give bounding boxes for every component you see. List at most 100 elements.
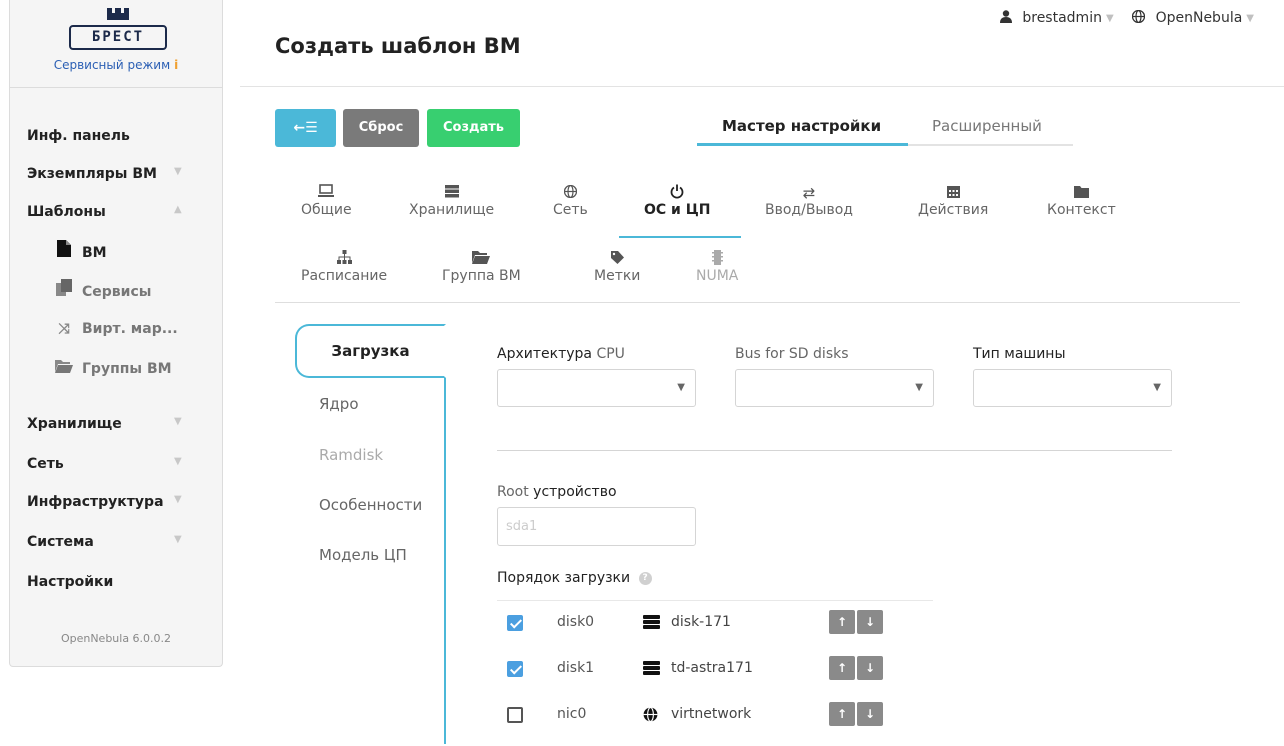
move-up-button[interactable]: ↑: [829, 656, 855, 680]
vtab-ramdisk[interactable]: Ramdisk: [319, 446, 383, 464]
move-down-button[interactable]: ↓: [857, 702, 883, 726]
label-text: устройство: [533, 484, 617, 500]
boot-device-id: nic0: [557, 706, 587, 722]
boot-checkbox[interactable]: [507, 661, 523, 677]
user-menu[interactable]: brestadmin ▼: [999, 10, 1132, 26]
move-down-button[interactable]: ↓: [857, 610, 883, 634]
tab-io[interactable]: ⇄ Ввод/Вывод: [765, 184, 853, 218]
sidebar-subitem-vm-groups[interactable]: Группы ВМ: [54, 359, 172, 377]
vtab-features[interactable]: Особенности: [319, 496, 422, 514]
sidebar-subitem-label: Вирт. мар...: [82, 321, 178, 337]
back-to-list-button[interactable]: ←☰: [275, 109, 336, 147]
tab-label: Общие: [301, 202, 352, 218]
topbar: brestadmin ▼ OpenNebula ▼: [999, 9, 1254, 26]
sidebar-item-dashboard[interactable]: Инф. панель: [27, 128, 130, 144]
bus-sd-disks-label: Bus for SD disks: [735, 346, 849, 362]
boot-checkbox[interactable]: [507, 615, 523, 631]
root-device-label: Root устройство: [497, 484, 617, 500]
move-up-button[interactable]: ↑: [829, 702, 855, 726]
chevron-down-icon: ▼: [174, 534, 182, 545]
sidebar-item-storage[interactable]: Хранилище ▼: [27, 416, 182, 432]
tab-label: Метки: [594, 268, 641, 284]
hdd-icon: [643, 613, 660, 631]
info-icon[interactable]: i: [174, 58, 178, 72]
tag-icon: [594, 250, 640, 268]
files-icon: [54, 279, 74, 300]
create-button[interactable]: Создать: [427, 109, 520, 147]
sidebar-item-label: Экземпляры ВМ: [27, 166, 157, 182]
sidebar-item-settings[interactable]: Настройки: [27, 574, 113, 590]
file-icon: [54, 240, 74, 261]
tab-storage[interactable]: Хранилище: [409, 184, 494, 218]
service-mode-text: Сервисный режим: [53, 58, 171, 72]
sidebar-subitem-services[interactable]: Сервисы: [54, 279, 151, 300]
tab-numa[interactable]: NUMA: [696, 250, 738, 284]
section-tabs-divider: [275, 302, 1240, 303]
tab-label: NUMA: [696, 268, 739, 284]
user-icon: [999, 10, 1016, 26]
sidebar-subitem-label: Группы ВМ: [82, 361, 172, 377]
tab-vm-group[interactable]: Группа ВМ: [442, 250, 521, 284]
sidebar-item-vms[interactable]: Экземпляры ВМ ▼: [27, 166, 182, 182]
tab-actions[interactable]: Действия: [918, 184, 988, 218]
vtab-cpu-model[interactable]: Модель ЦП: [319, 546, 407, 564]
caret-down-icon: ▼: [677, 382, 685, 393]
sidebar-item-label: Сеть: [27, 456, 64, 472]
caret-down-icon: ▼: [1153, 382, 1161, 393]
tab-label: Сеть: [553, 202, 588, 218]
hdd-icon: [643, 659, 660, 677]
sidebar-item-system[interactable]: Система ▼: [27, 534, 182, 550]
chevron-up-icon: ▲: [174, 204, 182, 215]
page-title: Создать шаблон ВМ: [275, 34, 521, 58]
reorder-buttons: ↑ ↓: [829, 656, 889, 680]
chevron-down-icon: ▼: [1246, 12, 1254, 24]
cpu-architecture-label: Архитектура CPU: [497, 346, 625, 362]
move-down-button[interactable]: ↓: [857, 656, 883, 680]
power-icon: [644, 184, 710, 202]
tab-label: ОС и ЦП: [644, 202, 711, 218]
service-mode-label[interactable]: Сервисный режим i: [10, 58, 222, 72]
bus-sd-disks-select[interactable]: ▼: [735, 369, 934, 407]
tab-general[interactable]: Общие: [301, 184, 352, 218]
mode-active-indicator: [697, 143, 908, 146]
vtab-kernel[interactable]: Ядро: [319, 395, 359, 413]
laptop-icon: [301, 184, 352, 202]
tab-advanced[interactable]: Расширенный: [932, 117, 1042, 135]
zone-menu[interactable]: OpenNebula ▼: [1131, 9, 1254, 26]
tab-label: Контекст: [1047, 202, 1116, 218]
sidebar-item-label: Хранилище: [27, 416, 122, 432]
globe-icon: [643, 705, 658, 724]
root-device-input[interactable]: [497, 507, 696, 546]
move-up-button[interactable]: ↑: [829, 610, 855, 634]
tab-tags[interactable]: Метки: [594, 250, 640, 284]
boot-device-id: disk1: [557, 660, 595, 676]
reorder-buttons: ↑ ↓: [829, 702, 889, 726]
sidebar-subitem-vrouters[interactable]: ⤨ Вирт. мар...: [54, 321, 178, 337]
machine-type-select[interactable]: ▼: [973, 369, 1172, 407]
label-text: Bus for SD disks: [735, 346, 849, 362]
brand: БРЕСТ Сервисный режим i: [10, 0, 222, 88]
sidebar-item-network[interactable]: Сеть ▼: [27, 456, 182, 472]
tab-wizard[interactable]: Мастер настройки: [722, 117, 881, 135]
boot-checkbox[interactable]: [507, 707, 523, 723]
reset-button[interactable]: Сброс: [343, 109, 419, 147]
chevron-down-icon: ▼: [174, 456, 182, 467]
exchange-icon: ⇄: [802, 184, 816, 202]
castle-logo-icon: [107, 8, 129, 20]
cpu-architecture-select[interactable]: ▼: [497, 369, 696, 407]
tab-os-cpu[interactable]: ОС и ЦП: [644, 184, 710, 218]
zone-name: OpenNebula: [1155, 10, 1243, 26]
calendar-icon: [918, 184, 988, 202]
sidebar-item-infrastructure[interactable]: Инфраструктура ▼: [27, 494, 182, 510]
vtab-boot[interactable]: Загрузка: [295, 324, 446, 378]
table-row: nic0 virtnetwork ↑ ↓: [497, 700, 933, 746]
section-active-indicator: [619, 236, 741, 238]
tab-scheduling[interactable]: Расписание: [301, 250, 387, 284]
sidebar-subitem-vm[interactable]: ВМ: [54, 240, 107, 261]
sidebar-item-templates[interactable]: Шаблоны ▲: [27, 204, 182, 220]
brand-logo[interactable]: БРЕСТ: [69, 25, 167, 50]
help-icon[interactable]: ?: [638, 571, 652, 585]
tab-context[interactable]: Контекст: [1047, 184, 1116, 218]
tab-label: Расписание: [301, 268, 388, 284]
tab-network[interactable]: Сеть: [553, 184, 588, 218]
